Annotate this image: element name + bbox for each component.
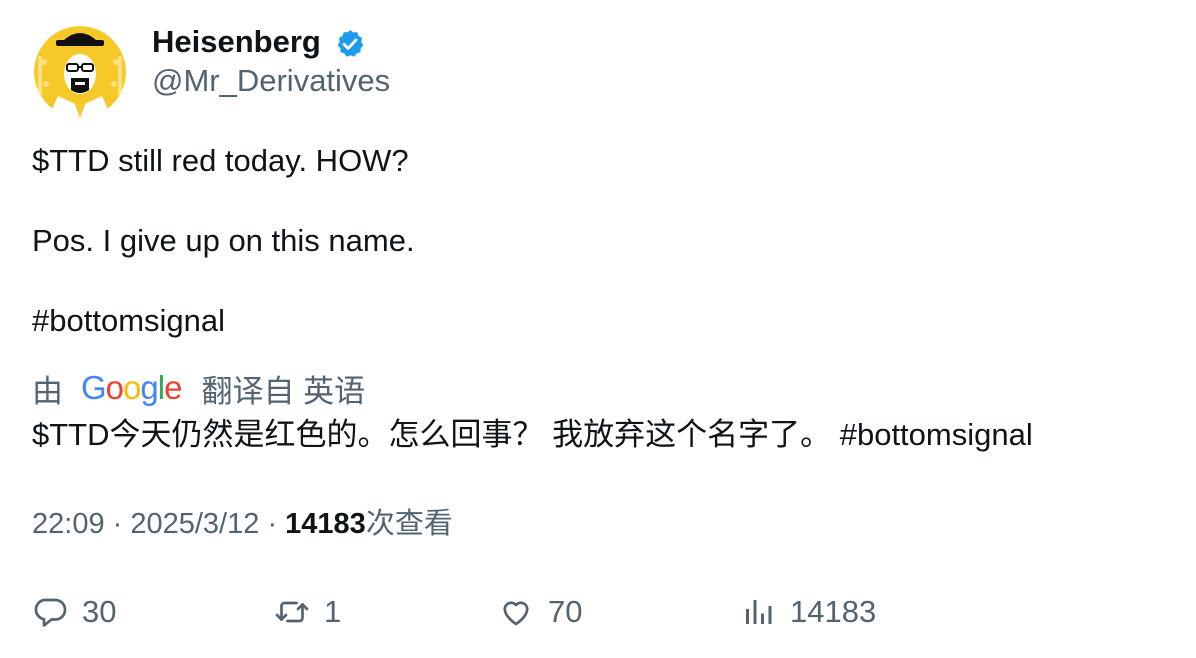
translation-prefix: 由	[32, 373, 63, 409]
reply-button[interactable]: 30	[32, 590, 116, 634]
translation-suffix: 翻译自 英语	[201, 373, 366, 409]
meta-separator: ·	[267, 508, 286, 540]
action-bar: 30 1 70 14183	[0, 590, 1196, 634]
tweet-time[interactable]: 22:09	[32, 508, 105, 540]
tweet-date[interactable]: 2025/3/12	[130, 508, 259, 540]
views-count: 14183	[285, 508, 366, 540]
views-button[interactable]: 14183	[740, 590, 876, 634]
analytics-bar-chart-icon	[746, 600, 772, 624]
reply-count: 30	[82, 594, 117, 629]
tweet-hashtag[interactable]: #bottomsignal	[32, 301, 225, 341]
heart-icon	[503, 601, 529, 626]
reply-icon	[34, 598, 67, 627]
retweet-icon	[275, 601, 309, 623]
retweet-count: 1	[324, 594, 342, 629]
verified-badge-icon	[337, 30, 364, 57]
google-logo-icon: Google	[81, 369, 182, 406]
tweet-card: Heisenberg @Mr_Derivatives $TTD still re…	[0, 0, 1196, 658]
tweet-text-line: $TTD still red today. HOW?	[32, 143, 409, 178]
display-name[interactable]: Heisenberg	[152, 22, 321, 62]
meta-separator: ·	[112, 508, 131, 540]
user-handle[interactable]: @Mr_Derivatives	[152, 61, 390, 101]
heisenberg-avatar-icon	[34, 26, 126, 118]
like-count: 70	[548, 594, 583, 629]
tweet-text-line: Pos. I give up on this name.	[32, 223, 415, 258]
translated-text: $TTD今天仍然是红色的。怎么回事？ 我放弃这个名字了。 #bottomsign…	[32, 417, 1033, 452]
avatar[interactable]	[34, 26, 126, 118]
views-action-count: 14183	[790, 594, 877, 629]
like-button[interactable]: 70	[498, 590, 582, 634]
tweet-meta: 22:09 · 2025/3/12 · 14183次查看	[32, 504, 453, 544]
views-label: 次查看	[365, 508, 453, 540]
retweet-button[interactable]: 1	[274, 590, 341, 634]
translation-attribution[interactable]: 由 Google 翻译自 英语	[32, 366, 365, 410]
